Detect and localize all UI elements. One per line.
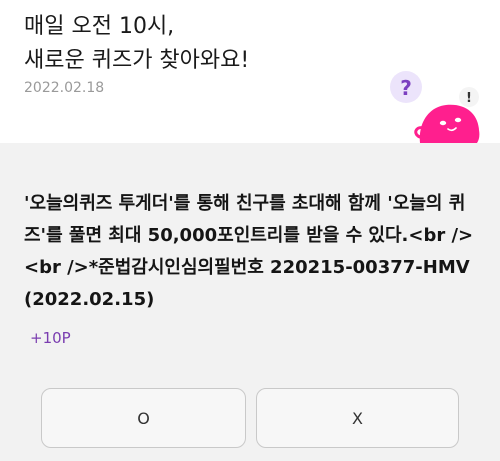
blob-eye-left <box>439 120 447 126</box>
pink-blob-mascot-icon: ? ! <box>390 71 480 143</box>
blob-body <box>419 104 480 143</box>
reward-points: +10P <box>30 329 71 347</box>
page-title: 매일 오전 10시, 새로운 퀴즈가 찾아와요! <box>24 14 250 73</box>
answer-x-button[interactable]: X <box>256 388 459 448</box>
answer-o-button[interactable]: O <box>41 388 246 448</box>
quiz-header: 매일 오전 10시, 새로운 퀴즈가 찾아와요! 2022.02.18 ? ! <box>0 0 500 143</box>
blob-eye-right <box>454 117 462 123</box>
question-mark: ? <box>400 76 412 100</box>
quiz-date: 2022.02.18 <box>24 80 105 96</box>
quiz-question: '오늘의퀴즈 투게더'를 통해 친구를 초대해 함께 '오늘의 퀴즈'를 풀면 … <box>24 193 474 310</box>
exclamation-mark: ! <box>466 91 472 106</box>
